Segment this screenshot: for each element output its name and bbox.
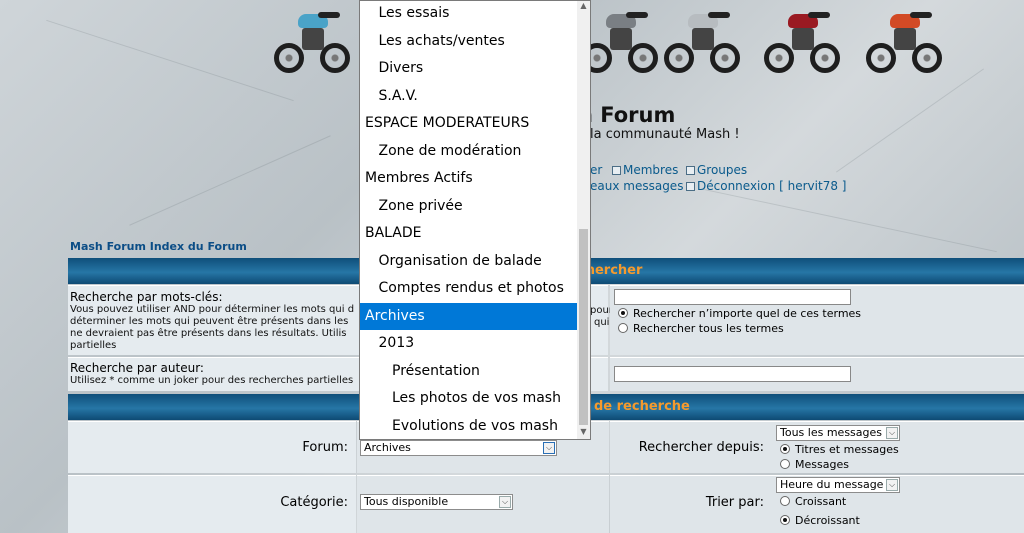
since-select[interactable]: Tous les messages ⌵	[776, 425, 900, 441]
site-title: n Forum	[578, 103, 676, 127]
forum-select[interactable]: Archives ⌵	[360, 440, 557, 456]
radio-any-terms[interactable]: Rechercher n’importe quel de ces termes	[618, 307, 861, 320]
radio-checked-icon	[618, 308, 628, 318]
dropdown-option[interactable]: Evolutions de vos mash	[360, 413, 578, 440]
nav-link-groups[interactable]: Groupes	[686, 163, 747, 177]
nav-link-register[interactable]: er	[590, 163, 602, 177]
forum-label: Forum:	[302, 440, 348, 455]
radio-checked-icon	[780, 444, 790, 454]
groups-icon	[686, 166, 695, 175]
dropdown-option[interactable]: Les photos de vos mash	[360, 385, 578, 413]
chevron-down-icon: ⌵	[499, 496, 511, 508]
scrollbar-thumb[interactable]	[579, 229, 588, 425]
dropdown-option[interactable]: Organisation de balade	[360, 248, 578, 276]
sort-label: Trier par:	[705, 495, 764, 510]
members-icon	[612, 166, 621, 175]
radio-unchecked-icon	[780, 496, 790, 506]
dropdown-option[interactable]: Présentation	[360, 358, 578, 386]
radio-descending[interactable]: Décroissant	[780, 514, 860, 527]
scroll-down-icon[interactable]: ▼	[579, 427, 588, 437]
keywords-input[interactable]	[614, 289, 851, 305]
author-input[interactable]	[614, 366, 851, 382]
motorcycle-image	[580, 0, 660, 75]
dropdown-option[interactable]: Les essais	[360, 1, 578, 28]
nav-link-members[interactable]: Membres	[612, 163, 678, 177]
motorcycle-image	[762, 0, 842, 75]
sort-select[interactable]: Heure du message ⌵	[776, 477, 900, 493]
radio-unchecked-icon	[618, 323, 628, 333]
motorcycle-image	[662, 0, 742, 75]
chevron-down-icon: ⌵	[886, 479, 898, 491]
motorcycle-image	[272, 0, 352, 75]
dropdown-option[interactable]: S.A.V.	[360, 83, 578, 111]
dropdown-option[interactable]: ESPACE MODERATEURS	[360, 110, 578, 138]
radio-unchecked-icon	[780, 459, 790, 469]
dropdown-option[interactable]: Comptes rendus et photos	[360, 275, 578, 303]
chevron-down-icon: ⌵	[886, 427, 898, 439]
radio-titles-and-messages[interactable]: Titres et messages	[780, 443, 899, 456]
nav-link-logout[interactable]: Déconnexion [ hervit78 ]	[686, 179, 846, 193]
motorcycle-image	[864, 0, 944, 75]
site-description: la communauté Mash !	[590, 127, 740, 142]
dropdown-scrollbar[interactable]: ▲ ▼	[577, 1, 590, 439]
dropdown-option[interactable]: Membres Actifs	[360, 165, 578, 193]
radio-ascending[interactable]: Croissant	[780, 495, 846, 508]
keywords-hint-tail-2: qui	[594, 317, 610, 328]
forum-dropdown-list[interactable]: Les essais Les achats/ventes Divers S.A.V. E…	[359, 0, 591, 440]
radio-messages-only[interactable]: Messages	[780, 458, 849, 471]
nav-link-new-messages[interactable]: eaux messages	[590, 179, 683, 193]
scroll-up-icon[interactable]: ▲	[579, 1, 588, 11]
since-label: Rechercher depuis:	[638, 440, 764, 455]
breadcrumb[interactable]: Mash Forum Index du Forum	[70, 240, 247, 253]
radio-all-terms[interactable]: Rechercher tous les termes	[618, 322, 784, 335]
dropdown-option[interactable]: 2013	[360, 330, 578, 358]
logout-icon	[686, 182, 695, 191]
dropdown-option[interactable]: Les achats/ventes	[360, 28, 578, 56]
dropdown-option[interactable]: Archives	[360, 302, 578, 330]
radio-checked-icon	[780, 515, 790, 525]
category-select[interactable]: Tous disponible ⌵	[360, 494, 513, 510]
category-label: Catégorie:	[280, 495, 348, 510]
dropdown-option[interactable]: BALADE	[360, 220, 578, 248]
dropdown-option[interactable]: Zone privée	[360, 193, 578, 221]
chevron-down-icon: ⌵	[543, 442, 555, 454]
dropdown-option[interactable]: Divers	[360, 55, 578, 83]
dropdown-option[interactable]: Zone de modération	[360, 138, 578, 166]
